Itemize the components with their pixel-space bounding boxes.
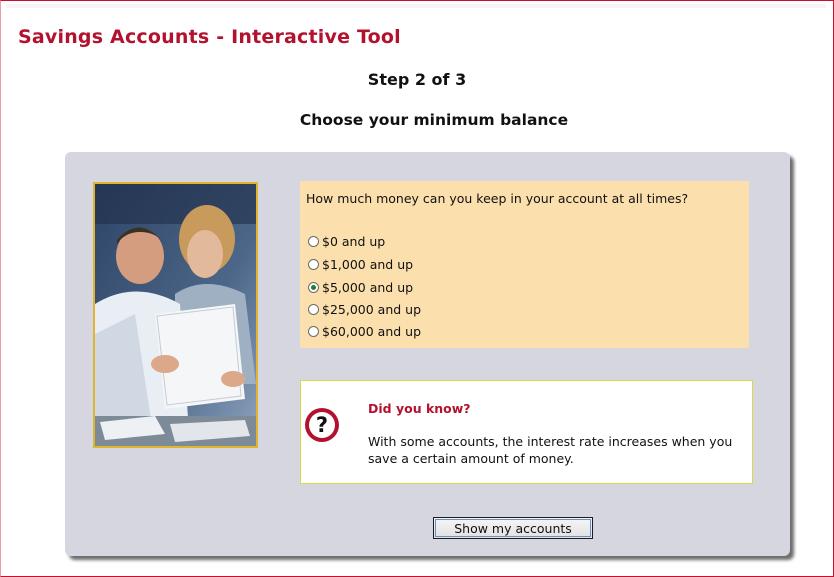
- option-25000-and-up[interactable]: $25,000 and up: [308, 300, 421, 318]
- tip-title: Did you know?: [368, 401, 471, 416]
- option-0-and-up[interactable]: $0 and up: [308, 232, 385, 250]
- couple-photo: [93, 182, 258, 448]
- radio-60000-and-up[interactable]: [308, 325, 319, 337]
- option-1000-and-up[interactable]: $1,000 and up: [308, 255, 413, 273]
- radio-1000-and-up[interactable]: [308, 258, 319, 270]
- couple-photo-illustration: [95, 184, 256, 446]
- did-you-know-box: [300, 380, 753, 484]
- question-mark-icon: ?: [305, 408, 339, 442]
- step-heading: Choose your minimum balance: [299, 111, 569, 129]
- option-label: $25,000 and up: [322, 301, 422, 317]
- option-60000-and-up[interactable]: $60,000 and up: [308, 322, 421, 340]
- step-indicator: Step 2 of 3: [367, 70, 467, 89]
- radio-0-and-up[interactable]: [308, 235, 319, 247]
- radio-5000-and-up[interactable]: [308, 281, 319, 293]
- option-5000-and-up[interactable]: $5,000 and up: [308, 278, 413, 296]
- option-label: $0 and up: [322, 233, 386, 249]
- option-label: $1,000 and up: [322, 256, 414, 272]
- balance-question-prompt: How much money can you keep in your acco…: [306, 191, 689, 206]
- option-label: $60,000 and up: [322, 323, 422, 339]
- top-divider: [6, 4, 826, 8]
- page-title: Savings Accounts - Interactive Tool: [18, 26, 401, 48]
- tip-text: With some accounts, the interest rate in…: [368, 434, 733, 466]
- option-label: $5,000 and up: [322, 279, 414, 295]
- radio-25000-and-up[interactable]: [308, 303, 319, 315]
- show-accounts-button[interactable]: Show my accounts: [433, 517, 593, 539]
